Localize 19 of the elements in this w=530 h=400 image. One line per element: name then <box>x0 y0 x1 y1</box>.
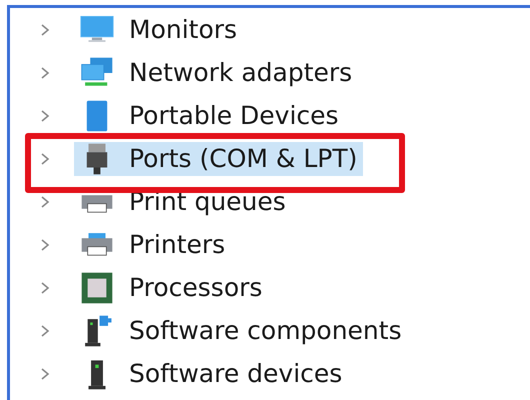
chevron-icon[interactable] <box>40 194 50 208</box>
chevron-icon[interactable] <box>40 324 50 338</box>
chevron-icon[interactable] <box>40 280 50 294</box>
tree-item[interactable]: Ports (COM & LPT) <box>74 142 364 176</box>
tree-item[interactable]: Printers <box>74 228 232 262</box>
chevron-icon[interactable] <box>40 238 50 252</box>
tree-item[interactable]: Processors <box>74 270 268 304</box>
tree-item[interactable]: Print queues <box>74 184 292 218</box>
tree-item[interactable]: Network adapters <box>74 56 358 90</box>
chevron-icon[interactable] <box>40 152 50 166</box>
tree-item[interactable]: Software devices <box>74 356 348 390</box>
tree-item[interactable]: Portable Devices <box>74 98 345 132</box>
chevron-icon[interactable] <box>40 108 50 122</box>
chevron-icon[interactable] <box>40 66 50 80</box>
chevron-icon[interactable] <box>40 366 50 380</box>
chevron-icon[interactable] <box>40 22 50 36</box>
processor-chip-icon <box>80 270 114 304</box>
tree-item[interactable]: Software components <box>74 314 408 348</box>
tree-item[interactable]: Monitors <box>74 12 244 46</box>
